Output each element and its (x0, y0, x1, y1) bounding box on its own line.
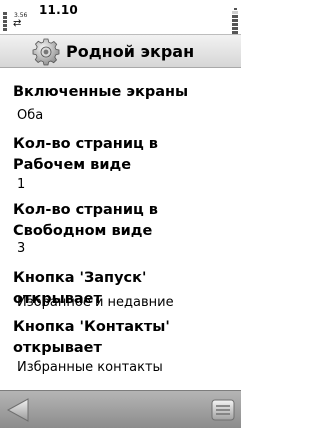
title-bar: Родной экран (0, 34, 241, 68)
setting-launch-button[interactable]: Кнопка 'Запуск' открывает Избранное и не… (0, 262, 241, 316)
setting-value: 1 (17, 177, 26, 192)
settings-list: Включенные экраны Оба Кол-во страниц в Р… (0, 68, 241, 390)
setting-label: Кол-во страниц в Свободном виде (13, 202, 158, 239)
setting-label: Кнопка 'Контакты' открывает (13, 319, 170, 356)
setting-contacts-button[interactable]: Кнопка 'Контакты' открывает Избранные ко… (0, 316, 241, 390)
signal-strength-icon (3, 11, 7, 31)
setting-value: 3 (17, 241, 26, 256)
setting-enabled-screens[interactable]: Включенные экраны Оба (0, 68, 241, 132)
gear-icon (32, 38, 60, 66)
menu-icon[interactable] (209, 396, 237, 424)
data-transfer-icon: ⇄ (13, 18, 22, 29)
setting-label: Включенные экраны (13, 84, 189, 100)
softkey-bar (0, 390, 241, 428)
setting-pages-work-view[interactable]: Кол-во страниц в Рабочем виде 1 (0, 132, 241, 198)
status-bar: 3.56 ⇄ 11.10 (0, 0, 241, 34)
setting-value: Оба (17, 108, 44, 123)
setting-value: Избранные контакты (17, 360, 163, 375)
back-arrow-icon[interactable] (4, 396, 34, 424)
setting-pages-free-view[interactable]: Кол-во страниц в Свободном виде 3 (0, 198, 241, 262)
battery-icon (232, 8, 238, 34)
page-title: Родной экран (66, 42, 195, 61)
clock: 11.10 (39, 3, 78, 17)
setting-label: Кол-во страниц в Рабочем виде (13, 136, 158, 173)
setting-value: Избранное и недавние (17, 295, 174, 310)
